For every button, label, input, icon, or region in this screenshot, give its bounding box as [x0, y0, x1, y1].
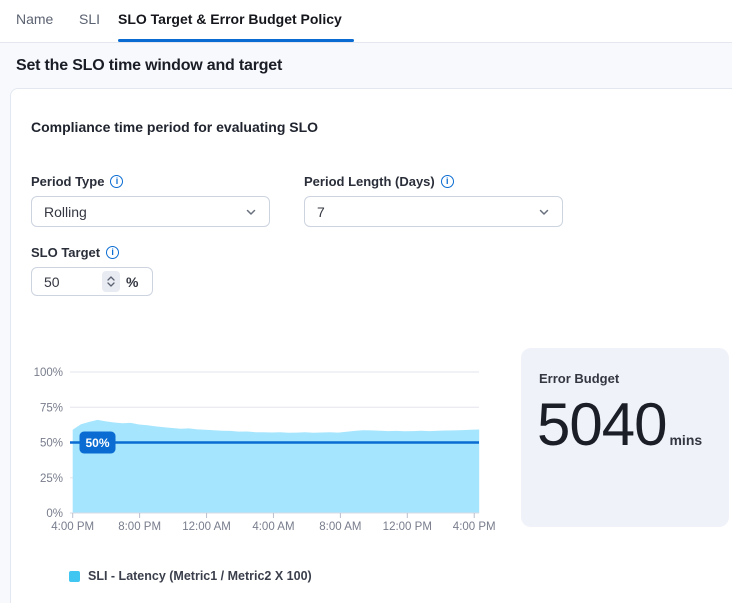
page-title: Set the SLO time window and target	[16, 57, 282, 75]
info-icon[interactable]	[106, 246, 119, 259]
legend-label: SLI - Latency (Metric1 / Metric2 X 100)	[88, 569, 312, 583]
svg-text:8:00 AM: 8:00 AM	[319, 521, 361, 533]
slo-settings-panel: Compliance time period for evaluating SL…	[10, 88, 732, 603]
legend-swatch	[69, 571, 80, 582]
period-length-label-text: Period Length (Days)	[304, 174, 435, 189]
percent-suffix: %	[126, 274, 138, 290]
period-length-label: Period Length (Days)	[304, 174, 454, 189]
error-budget-value: 5040	[537, 392, 666, 458]
svg-text:4:00 PM: 4:00 PM	[51, 521, 94, 533]
svg-text:4:00 PM: 4:00 PM	[453, 521, 496, 533]
slo-edit-page: Name SLI SLO Target & Error Budget Polic…	[0, 0, 732, 603]
period-type-label-text: Period Type	[31, 174, 104, 189]
svg-text:50%: 50%	[40, 438, 63, 450]
slo-target-label: SLO Target	[31, 245, 119, 260]
chevron-down-icon	[245, 206, 257, 218]
svg-text:100%: 100%	[34, 367, 63, 379]
chevron-down-icon	[107, 282, 115, 287]
period-type-value: Rolling	[44, 204, 87, 220]
sli-preview-chart: 0% 25% 50% 75% 100% 4:00 PM 8:00 PM 12:00 AM 4:0…	[26, 341, 506, 541]
form-tabs: Name SLI SLO Target & Error Budget Polic…	[0, 0, 732, 43]
tab-name[interactable]: Name	[16, 11, 53, 27]
slo-target-label-text: SLO Target	[31, 245, 100, 260]
svg-text:75%: 75%	[40, 402, 63, 414]
tab-slo-target-error-budget-policy[interactable]: SLO Target & Error Budget Policy	[118, 11, 342, 27]
info-icon[interactable]	[441, 175, 454, 188]
period-type-select[interactable]: Rolling	[31, 196, 270, 227]
svg-text:8:00 PM: 8:00 PM	[118, 521, 161, 533]
tab-sli[interactable]: SLI	[79, 11, 100, 27]
error-budget-value-row: 5040 mins	[537, 392, 702, 458]
svg-text:0%: 0%	[46, 508, 63, 520]
error-budget-card: Error Budget 5040 mins	[521, 348, 729, 527]
svg-text:50%: 50%	[85, 436, 109, 450]
slo-target-input[interactable]	[44, 274, 96, 290]
svg-text:12:00 AM: 12:00 AM	[182, 521, 231, 533]
chevron-up-icon	[107, 276, 115, 281]
chart-legend: SLI - Latency (Metric1 / Metric2 X 100)	[69, 569, 312, 583]
info-icon[interactable]	[110, 175, 123, 188]
svg-text:25%: 25%	[40, 473, 63, 485]
chevron-down-icon	[538, 206, 550, 218]
svg-text:12:00 PM: 12:00 PM	[383, 521, 432, 533]
svg-text:4:00 AM: 4:00 AM	[252, 521, 294, 533]
error-budget-title: Error Budget	[539, 371, 619, 386]
active-tab-underline	[118, 39, 354, 42]
period-length-select[interactable]: 7	[304, 196, 563, 227]
slo-target-stepper[interactable]	[102, 271, 120, 292]
period-type-label: Period Type	[31, 174, 123, 189]
slo-target-field: %	[31, 267, 153, 296]
compliance-section-title: Compliance time period for evaluating SL…	[31, 119, 318, 135]
period-length-value: 7	[317, 204, 325, 220]
error-budget-unit: mins	[669, 432, 702, 448]
